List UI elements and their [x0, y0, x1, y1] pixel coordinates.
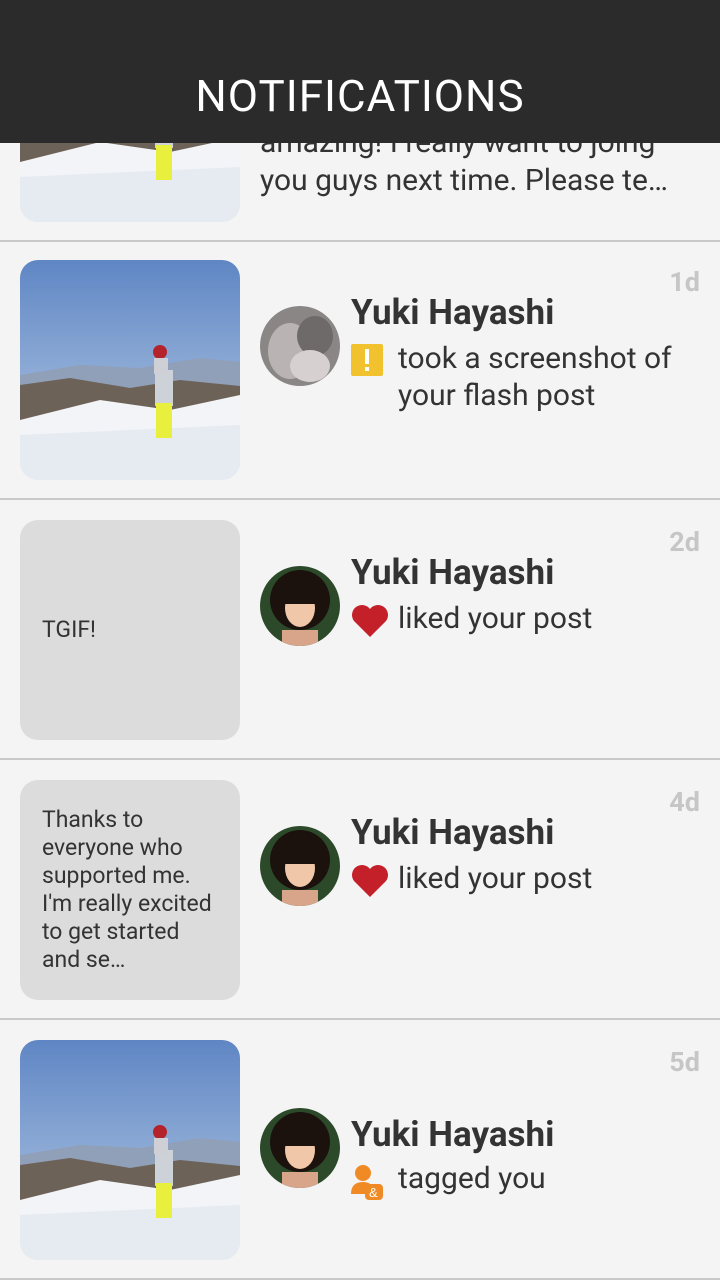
post-thumbnail[interactable]: TGIF!: [20, 520, 240, 740]
warning-icon: [351, 344, 383, 376]
svg-text:&: &: [369, 1185, 378, 1200]
avatar-image: [260, 306, 340, 386]
user-name[interactable]: Yuki Hayashi: [351, 812, 554, 853]
snow-photo-image: [20, 1040, 240, 1260]
action-text: tagged you: [398, 1161, 546, 1196]
timestamp: 1d: [669, 266, 700, 298]
notification-row[interactable]: 5d Yuki Hayashi & tagged you: [0, 1022, 720, 1280]
post-thumbnail[interactable]: [20, 260, 240, 480]
avatar-image: [260, 1108, 340, 1188]
notification-row[interactable]: Thanks to everyone who supported me. I'm…: [0, 762, 720, 1020]
avatar-image: [260, 826, 340, 906]
notification-row[interactable]: TGIF! 2d Yuki Hayashi liked your post: [0, 502, 720, 760]
notifications-list: amazing! I really want to joing you guys…: [0, 0, 720, 1280]
timestamp: 5d: [669, 1046, 700, 1078]
avatar[interactable]: [260, 1108, 340, 1188]
snow-photo-image: [20, 260, 240, 480]
post-thumbnail[interactable]: [20, 1040, 240, 1260]
avatar-image: [260, 566, 340, 646]
page-title: NOTIFICATIONS: [195, 70, 525, 122]
post-preview-text: TGIF!: [42, 616, 96, 643]
action-text: liked your post: [398, 601, 593, 636]
notification-row[interactable]: 1d Yuki Hayashi took a screenshot of you…: [0, 242, 720, 500]
timestamp: 2d: [669, 526, 700, 558]
avatar[interactable]: [260, 826, 340, 906]
heart-icon: [352, 865, 388, 897]
user-name[interactable]: Yuki Hayashi: [351, 1114, 554, 1155]
timestamp: 4d: [669, 786, 700, 818]
avatar[interactable]: [260, 566, 340, 646]
action-text: took a screenshot of your flash post: [398, 341, 672, 413]
post-preview-text: Thanks to everyone who supported me. I'm…: [42, 806, 212, 973]
avatar[interactable]: [260, 306, 340, 386]
action-text: liked your post: [398, 861, 593, 896]
heart-icon: [352, 605, 388, 637]
user-name[interactable]: Yuki Hayashi: [351, 552, 554, 593]
post-thumbnail[interactable]: Thanks to everyone who supported me. I'm…: [20, 780, 240, 1000]
tag-person-icon: &: [351, 1165, 383, 1200]
app-header: NOTIFICATIONS: [0, 0, 720, 143]
user-name[interactable]: Yuki Hayashi: [351, 292, 554, 333]
